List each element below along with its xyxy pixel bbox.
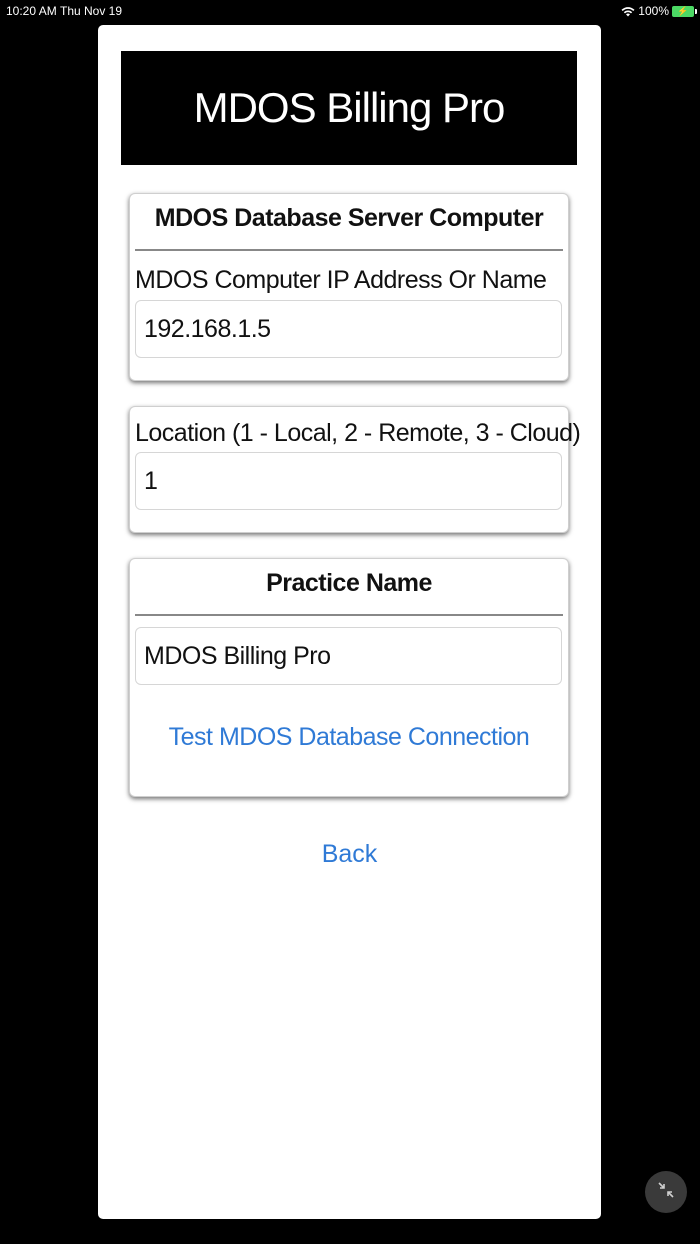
practice-card-divider — [135, 614, 563, 616]
collapse-arrows-icon — [656, 1180, 676, 1205]
battery-charging-icon: ⚡ — [672, 5, 697, 17]
server-card-title: MDOS Database Server Computer — [154, 204, 544, 232]
server-card-divider — [135, 249, 563, 251]
status-bar: 10:20 AM Thu Nov 19 100% ⚡ — [0, 0, 700, 24]
app-title: MDOS Billing Pro — [193, 84, 506, 131]
back-button[interactable]: Back — [98, 840, 601, 869]
location-card: Location (1 - Local, 2 - Remote, 3 - Clo… — [129, 406, 581, 533]
practice-card-title: Practice Name — [266, 569, 432, 597]
battery-percent: 100% — [638, 4, 669, 18]
status-indicators: 100% ⚡ — [621, 4, 697, 18]
server-card: MDOS Database Server Computer MDOS Compu… — [129, 193, 569, 381]
practice-card: Practice Name Test MDOS Database Connect… — [129, 558, 569, 797]
location-label: Location (1 - Local, 2 - Remote, 3 - Clo… — [135, 419, 581, 447]
practice-name-input[interactable] — [135, 627, 562, 685]
wifi-icon — [621, 6, 635, 17]
ip-address-label: MDOS Computer IP Address Or Name — [135, 266, 547, 294]
app-title-banner: MDOS Billing Pro — [121, 51, 577, 165]
location-input[interactable] — [135, 452, 562, 510]
status-time: 10:20 AM — [6, 4, 57, 18]
test-connection-button[interactable]: Test MDOS Database Connection — [130, 723, 568, 752]
ip-address-input[interactable] — [135, 300, 562, 358]
fullscreen-toggle-button[interactable] — [645, 1171, 687, 1213]
status-date: Thu Nov 19 — [60, 4, 123, 18]
modal-sheet: MDOS Billing Pro MDOS Database Server Co… — [98, 25, 601, 1219]
